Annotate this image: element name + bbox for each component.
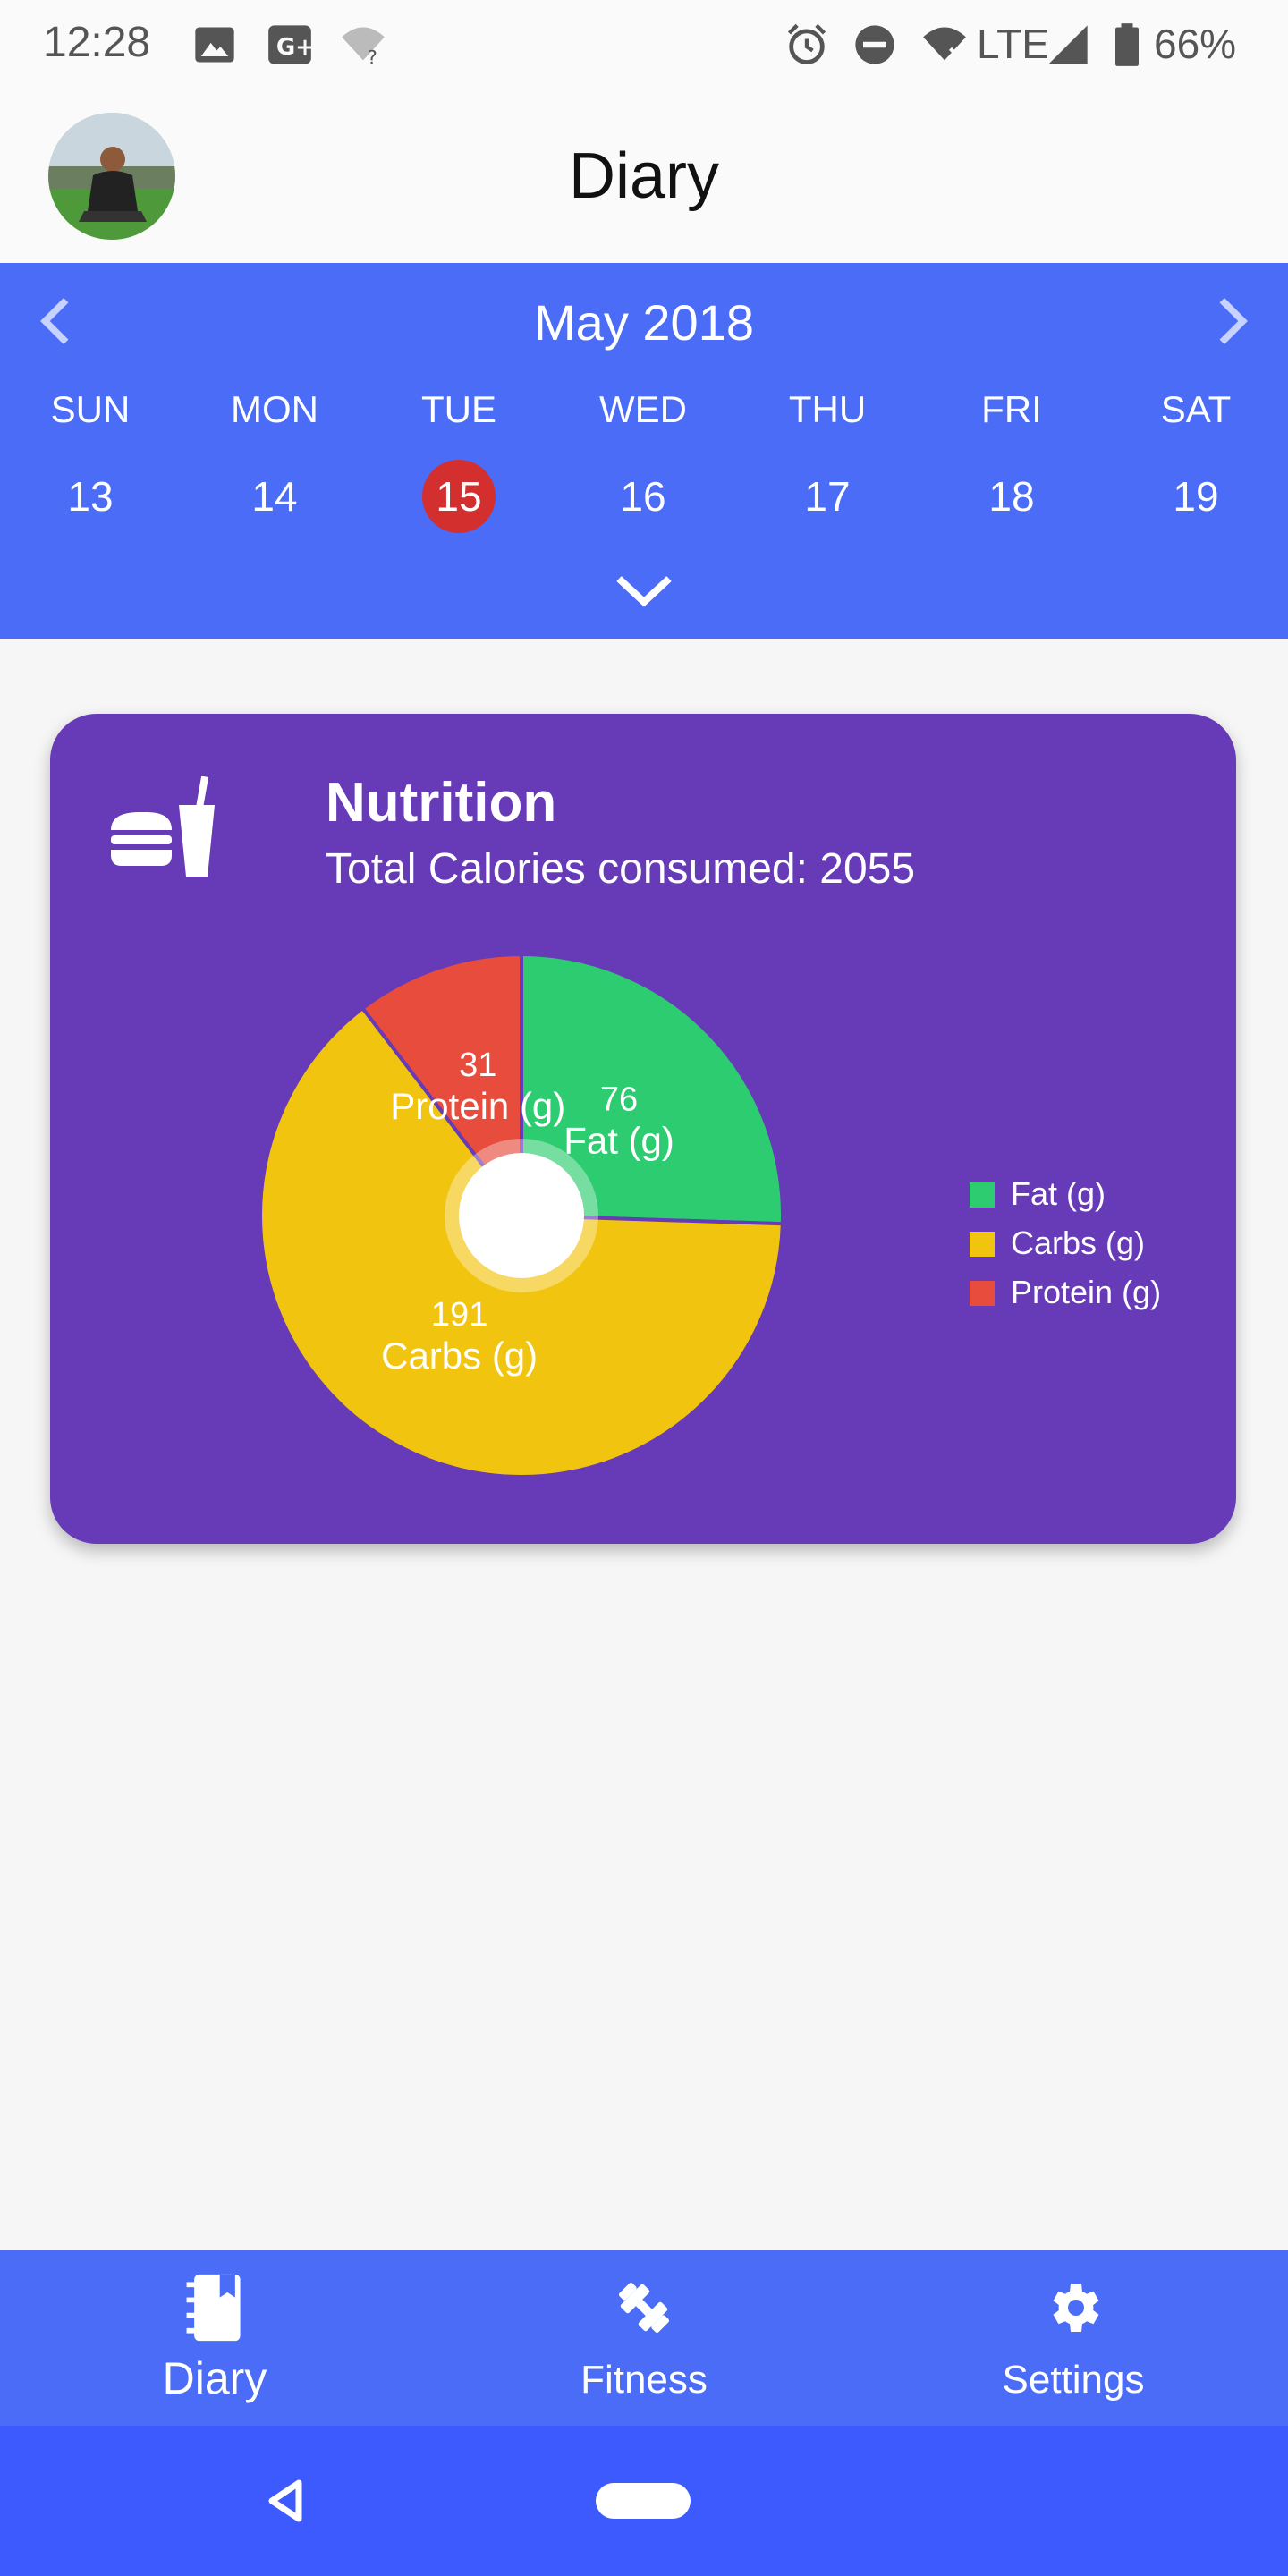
home-pill[interactable] [596,2483,691,2519]
nav-item-diary[interactable]: Diary [0,2250,429,2426]
weekday-label: WED [599,388,687,430]
bottom-navigation: Diary Fitness Settings [0,2250,1288,2426]
nav-label: Diary [162,2353,267,2403]
day-cell[interactable]: 13 [37,460,144,533]
month-label: May 2018 [534,294,754,351]
nav-label: Settings [1002,2358,1145,2402]
dumbbell-icon [618,2282,670,2334]
day-cell[interactable]: 16 [589,460,697,533]
weekday-label: SAT [1160,388,1232,430]
network-type: LTE [977,21,1049,67]
page-title: Diary [568,140,719,212]
back-icon[interactable] [265,2478,304,2524]
slice-name-label: Carbs (g) [381,1335,538,1377]
slice-value-label: 76 [600,1080,638,1118]
slice-name-label: Fat (g) [564,1119,674,1161]
svg-text:G+: G+ [276,34,313,61]
day-cell[interactable]: 18 [958,460,1065,533]
legend-swatch [970,1182,995,1208]
battery-percent: 66% [1154,21,1237,67]
slice-value-label: 191 [431,1296,487,1334]
gear-icon [1053,2284,1099,2332]
weekday-label: SUN [50,388,131,430]
nav-label: Fitness [580,2358,708,2402]
day-cell-selected[interactable]: 15 [422,460,496,533]
legend-swatch [970,1232,995,1257]
do-not-disturb-icon [855,25,894,64]
slice-value-label: 31 [459,1046,496,1084]
status-time: 12:28 [43,19,151,66]
day-cell[interactable]: 19 [1142,460,1250,533]
svg-text:?: ? [367,47,377,68]
chevron-down-icon[interactable] [612,567,676,612]
alarm-icon [787,23,826,64]
week-calendar: May 2018 SUN MON TUE WED THU FRI SAT 13 … [0,263,1288,639]
legend-label: Carbs (g) [1011,1224,1146,1261]
legend-swatch [970,1281,995,1306]
app-bar: Diary [0,89,1288,263]
weekday-label: THU [788,388,867,430]
weekday-label: MON [231,388,318,430]
nav-item-fitness[interactable]: Fitness [429,2250,859,2426]
slice-name-label: Protein (g) [390,1085,565,1127]
diary-icon [186,2274,241,2342]
wifi-off-icon [923,27,966,62]
day-cell[interactable]: 14 [221,460,328,533]
image-icon [195,27,234,63]
nutrition-card[interactable]: Nutrition Total Calories consumed: 2055 … [50,714,1236,1544]
battery-icon [1115,23,1139,66]
day-cell[interactable]: 17 [774,460,881,533]
legend-label: Fat (g) [1011,1175,1106,1212]
nav-item-settings[interactable]: Settings [859,2250,1288,2426]
wifi-unknown-icon: ? [342,27,385,68]
chevron-right-icon[interactable] [1199,290,1261,352]
nutrition-pie-chart: 76Fat (g) 191Carbs (g) 31Protein (g) [258,952,784,1479]
pie-center-hole [459,1153,584,1278]
google-plus-icon: G+ [268,25,313,64]
weekday-label: FRI [981,388,1042,430]
weekday-label: TUE [421,388,496,430]
status-bar: 12:28 G+ ? LTE 66% [0,0,1288,89]
legend-label: Protein (g) [1011,1274,1162,1310]
signal-icon [1048,25,1088,64]
system-navigation-bar [0,2426,1288,2576]
